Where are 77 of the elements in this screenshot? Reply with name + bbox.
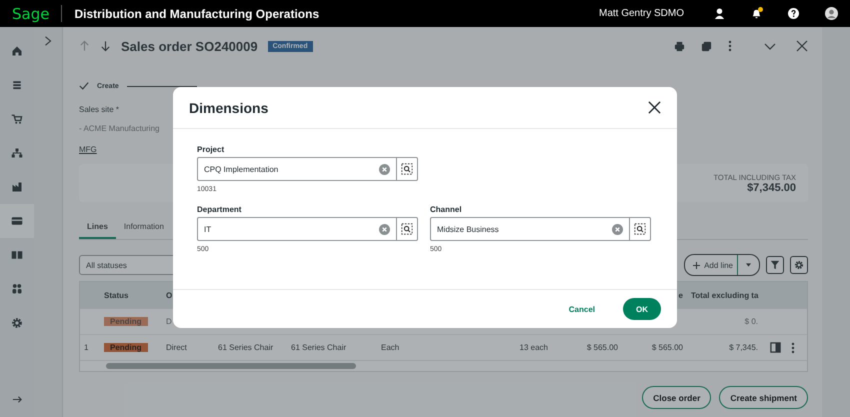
column-header: e [678, 290, 683, 300]
lookup-field[interactable]: Midsize Business [430, 217, 651, 241]
table-cell: $ 565.00 [586, 343, 618, 352]
column-header: Status [104, 290, 128, 300]
cancel-button[interactable]: Cancel [562, 304, 601, 314]
table-cell: 13 each [520, 343, 548, 352]
table-cell: $ 0. [744, 317, 758, 326]
close-icon[interactable] [796, 40, 808, 52]
footer-button[interactable]: Create shipment [719, 386, 808, 409]
table-cell: Each [381, 343, 400, 352]
table-cell: $ 7,345. [729, 343, 758, 352]
gear-icon [794, 260, 804, 270]
lookup-icon[interactable] [401, 163, 413, 175]
hierarchy-icon [11, 147, 23, 159]
plus-icon [693, 262, 700, 268]
scrollbar-thumb[interactable] [106, 363, 356, 369]
list-icon [11, 79, 23, 91]
arrow-down-icon[interactable] [100, 40, 111, 52]
factory-icon [11, 181, 23, 193]
column-header: Total excluding ta [691, 290, 758, 300]
nav-item[interactable] [0, 204, 34, 238]
book-icon [11, 249, 23, 261]
settings-button[interactable] [790, 256, 808, 274]
print-icon[interactable] [674, 40, 685, 52]
field-label: Department [197, 205, 242, 214]
logo[interactable]: Sage [12, 4, 50, 22]
person-icon[interactable] [714, 8, 725, 19]
field-label: Channel [430, 205, 463, 214]
lookup-icon[interactable] [634, 223, 646, 235]
gear-icon [11, 317, 23, 329]
help-icon[interactable] [788, 8, 799, 19]
site-link[interactable]: MFG [79, 145, 97, 154]
copy-icon[interactable] [701, 40, 712, 52]
table-cell: D [166, 317, 172, 326]
caret-icon[interactable] [746, 263, 751, 267]
record-title: Sales order SO240009 [121, 38, 258, 54]
table-cell: Direct [166, 343, 187, 352]
chevron-right-icon[interactable] [43, 35, 53, 47]
card-icon [11, 215, 23, 227]
table-cell: 1 [84, 343, 88, 352]
lookup-field[interactable]: IT [197, 217, 418, 241]
status-badge: Pending [104, 317, 148, 326]
total-value: $7,345.00 [747, 182, 796, 194]
ok-button[interactable]: OK [623, 298, 661, 320]
dialog-title: Dimensions [189, 100, 270, 116]
add-line-button[interactable]: Add line [684, 254, 760, 276]
clear-icon[interactable] [379, 164, 390, 174]
footer-button[interactable]: Close order [642, 386, 712, 409]
tab[interactable]: Information [116, 216, 172, 239]
user-name: Matt Gentry SDMO [598, 8, 684, 19]
clear-icon[interactable] [612, 224, 623, 234]
filter-icon [770, 260, 780, 270]
status-badge: Pending [104, 343, 148, 352]
more-icon[interactable] [791, 342, 795, 354]
app-title: Distribution and Manufacturing Operations [74, 6, 320, 20]
expand-arrow-icon[interactable] [12, 394, 22, 404]
close-button[interactable] [648, 101, 661, 114]
field-label: Sales site * [79, 105, 120, 114]
column-header: O [166, 290, 172, 300]
bell-icon [751, 8, 762, 19]
lookup-icon[interactable] [401, 223, 413, 235]
lookup-field[interactable]: CPQ Implementation [197, 157, 418, 181]
people-icon [11, 283, 23, 295]
close-icon [648, 101, 661, 114]
cart-icon [11, 113, 23, 125]
tab[interactable]: Lines [79, 216, 116, 239]
avatar-icon[interactable] [825, 7, 838, 20]
table-cell: $ 565.00 [652, 343, 683, 352]
filter-button[interactable] [766, 256, 784, 274]
clear-icon[interactable] [379, 224, 390, 234]
table-cell: 61 Series Chair [218, 343, 274, 352]
panel-icon[interactable] [770, 342, 781, 353]
notification-icon[interactable] [751, 8, 762, 19]
table-cell: 61 Series Chair [291, 343, 346, 352]
more-icon[interactable] [728, 40, 732, 52]
field-label: Project [197, 145, 226, 154]
home-icon [11, 45, 23, 57]
